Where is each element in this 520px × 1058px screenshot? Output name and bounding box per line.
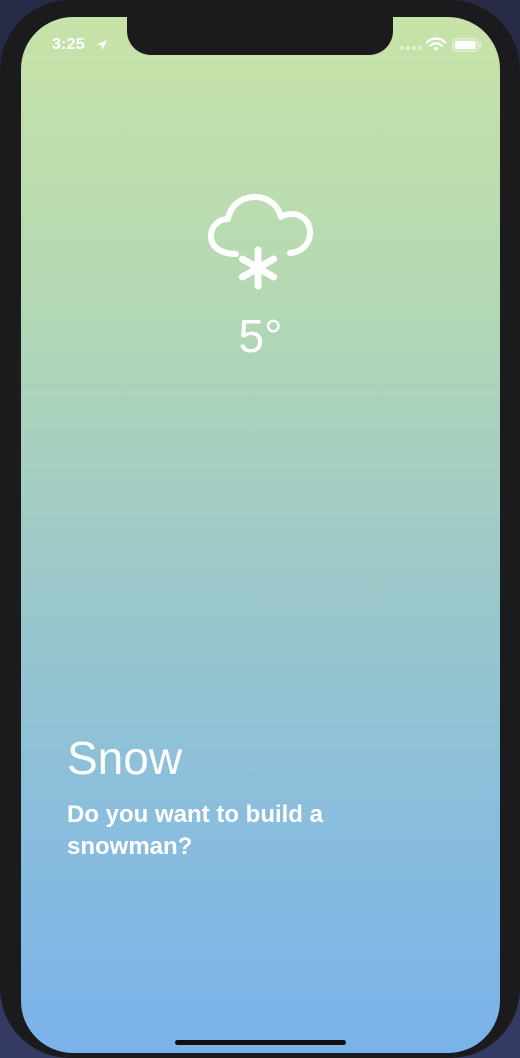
- battery-icon: [452, 38, 482, 52]
- status-time: 3:25: [52, 36, 85, 53]
- cloud-snow-icon: [208, 194, 313, 290]
- condition-message: Do you want to build a snowman?: [67, 801, 323, 860]
- home-indicator[interactable]: [175, 1040, 346, 1045]
- condition-title: Snow: [67, 732, 183, 784]
- phone-frame: 3:25 5° Snow Do you want to build a snow…: [0, 0, 520, 1058]
- notch: [127, 17, 393, 55]
- app-screen: 3:25 5° Snow Do you want to build a snow…: [21, 17, 500, 1053]
- temperature-label: 5°: [238, 310, 283, 362]
- location-arrow-icon: [97, 40, 107, 50]
- signal-icon: [399, 45, 423, 51]
- wifi-icon: [426, 37, 446, 51]
